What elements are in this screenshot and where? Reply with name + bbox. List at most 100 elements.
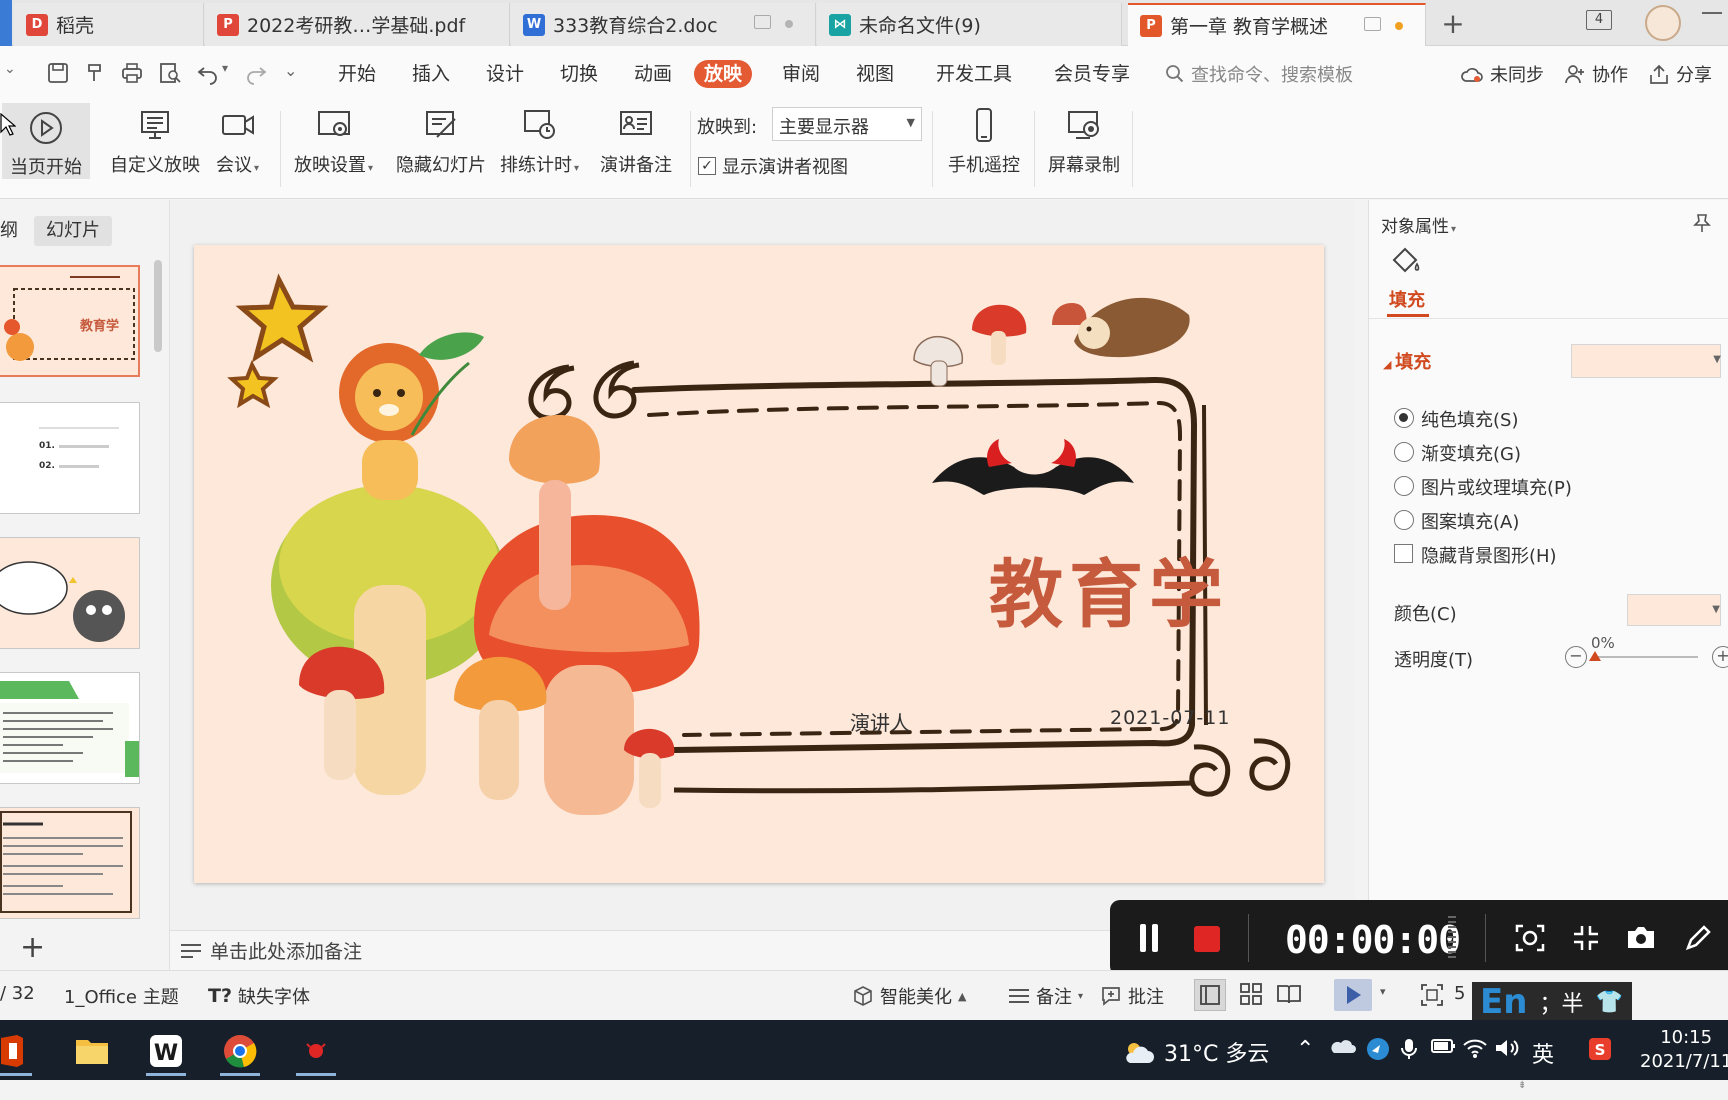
- reading-view-icon[interactable]: [1276, 981, 1302, 1007]
- notes-toggle-button[interactable]: 备注 ▾: [1008, 983, 1083, 1009]
- menu-design[interactable]: 设计: [486, 60, 524, 88]
- menu-review[interactable]: 审阅: [782, 60, 820, 88]
- menu-member[interactable]: 会员专享: [1054, 60, 1130, 88]
- solid-fill-label[interactable]: 纯色填充(S): [1421, 406, 1518, 432]
- format-painter-icon[interactable]: [84, 61, 108, 85]
- normal-view-icon[interactable]: [1194, 979, 1226, 1011]
- save-icon[interactable]: [46, 61, 70, 85]
- pin-icon[interactable]: [1691, 212, 1713, 234]
- chevron-down-icon[interactable]: ⌄: [4, 61, 28, 85]
- slide-thumb-3[interactable]: [0, 537, 140, 649]
- print-icon[interactable]: [120, 61, 144, 85]
- theme-name[interactable]: 1_Office 主题: [64, 983, 179, 1009]
- slide-presenter[interactable]: 演讲人: [850, 707, 910, 736]
- ime-lang[interactable]: En: [1480, 982, 1527, 1022]
- tab-fill[interactable]: 填充: [1389, 286, 1425, 312]
- radio-pattern-fill[interactable]: [1394, 510, 1414, 530]
- bird-app-icon[interactable]: [1366, 1037, 1390, 1061]
- drag-handle-icon[interactable]: [1448, 916, 1456, 960]
- camera-icon[interactable]: [1626, 924, 1656, 950]
- phone-remote-button[interactable]: 手机遥控: [948, 105, 1020, 177]
- color-picker[interactable]: ▼: [1627, 594, 1721, 626]
- fill-section-header[interactable]: ◢ 填充: [1383, 348, 1431, 374]
- skin-icon[interactable]: 👕: [1595, 990, 1622, 1015]
- share-button[interactable]: 分享: [1648, 60, 1712, 88]
- missing-font-button[interactable]: T? 缺失字体: [208, 983, 310, 1009]
- fill-bucket-icon[interactable]: [1389, 244, 1423, 278]
- menu-developer[interactable]: 开发工具: [936, 60, 1012, 88]
- pen-icon[interactable]: [1684, 924, 1712, 952]
- slide-thumb-1[interactable]: 教育学: [0, 265, 140, 377]
- tab-outline[interactable]: 纲: [0, 216, 18, 246]
- menu-insert[interactable]: 插入: [412, 60, 450, 88]
- collapse-icon[interactable]: [1572, 924, 1600, 952]
- slides-scrollbar[interactable]: [154, 260, 162, 352]
- add-slide-icon[interactable]: +: [20, 930, 45, 965]
- hide-slide-button[interactable]: 隐藏幻灯片: [396, 105, 486, 177]
- chevron-up-icon[interactable]: ⌃: [1296, 1037, 1314, 1062]
- customize-toolbar-icon[interactable]: ⌄: [284, 61, 308, 85]
- page-indicator[interactable]: / 32: [0, 983, 35, 1004]
- command-search[interactable]: 查找命令、搜索模板: [1165, 60, 1405, 88]
- hide-background-label[interactable]: 隐藏背景图形(H): [1421, 542, 1557, 568]
- undo-dropdown-icon[interactable]: ▾: [222, 61, 246, 85]
- menu-start[interactable]: 开始: [338, 60, 376, 88]
- fit-window-icon[interactable]: [1420, 983, 1444, 1007]
- slide-canvas[interactable]: 教育学 演讲人 2021-07-11: [194, 245, 1324, 883]
- hide-background-checkbox[interactable]: [1394, 544, 1413, 563]
- menu-animation[interactable]: 动画: [634, 60, 672, 88]
- zoom-level[interactable]: 5: [1454, 983, 1465, 1004]
- file-explorer-icon[interactable]: [62, 1026, 122, 1076]
- input-language[interactable]: 英: [1532, 1037, 1554, 1069]
- menu-slideshow[interactable]: 放映: [694, 60, 753, 88]
- show-to-select[interactable]: 主要显示器 ▼: [772, 107, 922, 141]
- stop-icon[interactable]: [1194, 926, 1220, 952]
- undo-icon[interactable]: [196, 61, 220, 85]
- slider-handle[interactable]: [1589, 651, 1601, 661]
- tab-doc[interactable]: W 333教育综合2.doc: [511, 3, 816, 46]
- redo-icon[interactable]: [244, 61, 268, 85]
- sogou-icon[interactable]: S: [1588, 1037, 1612, 1061]
- slide-thumb-2[interactable]: 01. 02.: [0, 402, 140, 514]
- onedrive-icon[interactable]: [1330, 1037, 1356, 1055]
- meeting-button[interactable]: 会议 ▾: [216, 105, 259, 177]
- ime-mode[interactable]: ；半: [1539, 986, 1583, 1018]
- comment-button[interactable]: 批注: [1100, 983, 1164, 1009]
- smart-beautify-button[interactable]: 智能美化 ▲: [852, 983, 966, 1009]
- minimize-icon[interactable]: [1702, 12, 1722, 14]
- tab-docer[interactable]: D 稻壳: [14, 3, 204, 46]
- radio-solid-fill[interactable]: [1394, 408, 1414, 428]
- sync-button[interactable]: 未同步: [1460, 60, 1544, 88]
- new-tab-icon[interactable]: +: [1438, 7, 1468, 40]
- grid-view-icon[interactable]: [1238, 981, 1264, 1007]
- avatar[interactable]: [1645, 5, 1681, 41]
- battery-icon[interactable]: [1430, 1037, 1456, 1055]
- transparency-slider[interactable]: [1593, 656, 1698, 658]
- increase-icon[interactable]: +: [1712, 646, 1728, 668]
- play-slideshow-button[interactable]: [1334, 979, 1372, 1011]
- slide-title[interactable]: 教育学: [989, 535, 1229, 642]
- screen-record-button[interactable]: 屏幕录制: [1048, 105, 1120, 177]
- tab-pdf[interactable]: P 2022考研教…学基础.pdf: [205, 3, 510, 46]
- slide-thumb-4[interactable]: [0, 672, 140, 784]
- ime-toolbar[interactable]: En ；半 👕: [1472, 982, 1632, 1022]
- weather-widget[interactable]: 31°C 多云: [1122, 1036, 1269, 1068]
- screenshot-region-icon[interactable]: [1515, 924, 1545, 952]
- presenter-view-option[interactable]: ✓ 显示演讲者视图: [698, 153, 848, 179]
- radio-picture-fill[interactable]: [1394, 476, 1414, 496]
- pattern-fill-label[interactable]: 图案填充(A): [1421, 508, 1519, 534]
- microphone-icon[interactable]: [1400, 1037, 1418, 1061]
- chrome-icon[interactable]: [210, 1026, 270, 1076]
- tab-slides[interactable]: 幻灯片: [34, 216, 112, 246]
- presenter-view-checkbox[interactable]: ✓: [698, 157, 716, 175]
- pause-icon[interactable]: [1140, 924, 1158, 952]
- chevron-down-icon[interactable]: ▾: [1380, 985, 1386, 998]
- wifi-icon[interactable]: [1462, 1037, 1488, 1059]
- system-clock[interactable]: 10:15 2021/7/11: [1640, 1026, 1728, 1074]
- decrease-icon[interactable]: −: [1565, 646, 1587, 668]
- volume-icon[interactable]: [1494, 1037, 1520, 1059]
- panel-header[interactable]: 对象属性 ▾: [1381, 212, 1456, 237]
- tab-ppt-active[interactable]: P 第一章 教育学概述: [1128, 3, 1426, 46]
- menu-view[interactable]: 视图: [856, 60, 894, 88]
- collaborate-button[interactable]: 协作: [1564, 60, 1628, 88]
